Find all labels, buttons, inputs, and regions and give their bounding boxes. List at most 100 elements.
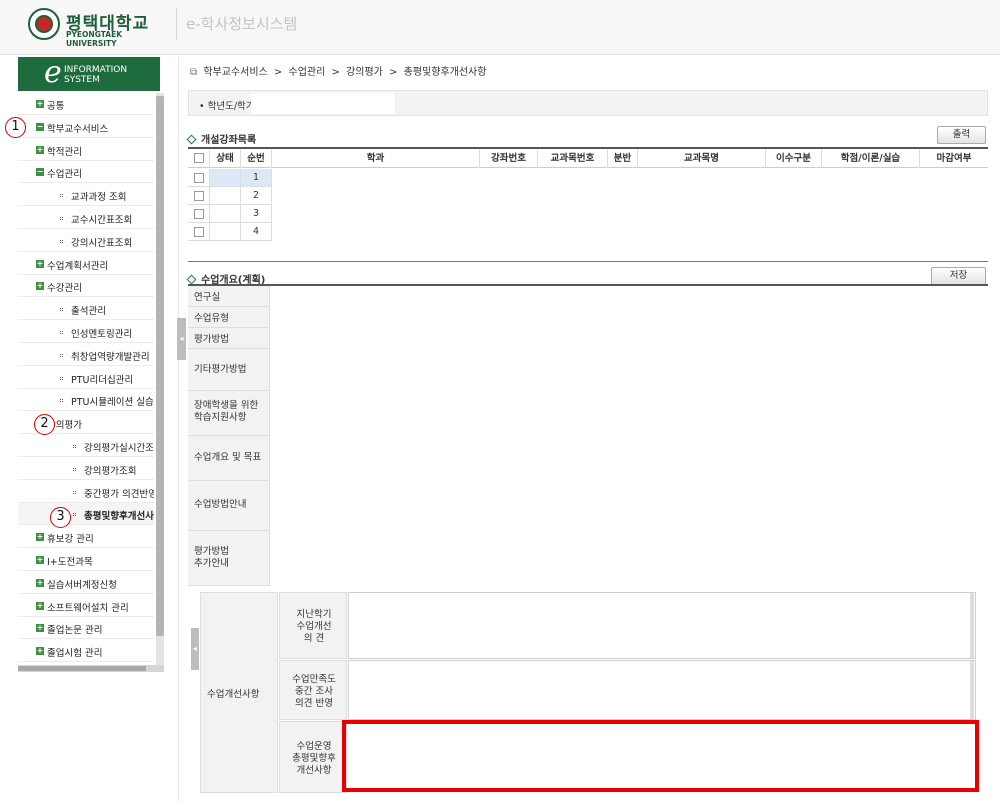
- sidebar-collapse-handle[interactable]: ◂: [177, 318, 186, 360]
- banner-line-1: INFORMATION: [64, 65, 128, 75]
- col-seq: 순번: [241, 149, 272, 168]
- select-all-checkbox[interactable]: [194, 153, 204, 163]
- select-all-cell[interactable]: [188, 149, 210, 168]
- sidebar-item-label: 수강관리: [47, 283, 82, 294]
- last-semester-opinion-textarea[interactable]: [348, 592, 976, 659]
- row-checkbox[interactable]: [194, 209, 204, 219]
- summary-content-area[interactable]: [271, 286, 988, 591]
- row-seq-cell[interactable]: 2: [241, 187, 272, 205]
- row-select-cell[interactable]: [188, 205, 210, 223]
- sidebar-item[interactable]: − 학부교수서비스: [18, 116, 154, 138]
- term-filter-label: • 학년도/학기: [199, 101, 255, 112]
- sidebar-item[interactable]: + 실습서버계정신청: [18, 572, 154, 594]
- sidebar-scrollbar-thumb[interactable]: [156, 96, 164, 636]
- breadcrumb-separator: >: [273, 67, 283, 78]
- breadcrumb-item[interactable]: 학부교수서비스: [203, 67, 267, 78]
- tree-leaf-icon: [60, 354, 63, 357]
- sidebar-item[interactable]: + 소프트웨어설치 관리: [18, 595, 154, 617]
- expand-plus-icon: +: [36, 145, 44, 154]
- col-subject-no: 교과목번호: [538, 149, 608, 168]
- sidebar-item-label: PTU시뮬레이션 실습: [71, 397, 154, 408]
- expand-plus-icon: +: [36, 646, 44, 655]
- sidebar-item[interactable]: 강의평가조회: [18, 458, 154, 480]
- sidebar-item[interactable]: 강의시간표조회: [18, 230, 154, 252]
- expand-plus-icon: +: [36, 259, 44, 268]
- header-bar: 평택대학교 PYEONGTAEK UNIVERSITY e-학사정보시스템: [0, 0, 1000, 55]
- sidebar-item[interactable]: PTU리더십관리: [18, 367, 154, 389]
- sidebar-item[interactable]: + 수업계획서관리: [18, 253, 154, 275]
- improvement-group-cell: 수업개선사항: [200, 592, 278, 793]
- save-button[interactable]: 저장: [931, 267, 986, 285]
- sidebar-item[interactable]: + 수강관리: [18, 275, 154, 297]
- breadcrumb-separator: >: [331, 67, 340, 78]
- row-checkbox[interactable]: [194, 173, 204, 183]
- sidebar-item[interactable]: 취창업역량개발관리: [18, 344, 154, 366]
- row-seq-cell[interactable]: 3: [241, 205, 272, 223]
- sidebar-item[interactable]: + 학적관리: [18, 139, 154, 161]
- sidebar-item[interactable]: 강의평가실시간조: [18, 435, 154, 457]
- course-table-header: 상태 순번 학과 강좌번호 교과목번호 분반 교과목명 이수구분 학점/이론/실…: [188, 149, 988, 168]
- row-seq-cell[interactable]: 1: [241, 169, 272, 187]
- sidebar-item[interactable]: + 휴보강 관리: [18, 526, 154, 548]
- sidebar-item[interactable]: 교수시간표조회: [18, 207, 154, 229]
- expand-plus-icon: +: [36, 281, 44, 290]
- sidebar-item[interactable]: + 졸업시험 관리: [18, 640, 154, 662]
- course-list-title: 개설강좌목록: [186, 131, 256, 146]
- row-select-cell[interactable]: [188, 187, 210, 205]
- tree-leaf-icon: [60, 217, 63, 220]
- survey-scrollbar[interactable]: [970, 661, 974, 719]
- row-checkbox[interactable]: [194, 191, 204, 201]
- sidebar-item[interactable]: PTU시뮬레이션 실습: [18, 389, 154, 411]
- section-diamond-icon: [186, 134, 197, 145]
- row-status-cell: [210, 169, 241, 187]
- expand-plus-icon: +: [36, 555, 44, 564]
- expand-plus-icon: +: [36, 578, 44, 587]
- row-select-cell[interactable]: [188, 169, 210, 187]
- banner-line-2: SYSTEM: [64, 75, 100, 85]
- breadcrumb-item[interactable]: 강의평가: [346, 67, 383, 78]
- breadcrumb-link-icon: ⧉: [190, 67, 198, 78]
- print-button[interactable]: 출력: [937, 126, 986, 144]
- sidebar-item[interactable]: 총평및향후개선사: [18, 503, 154, 525]
- highlight-box: [342, 720, 979, 792]
- sidebar-item[interactable]: 인성멘토링관리: [18, 321, 154, 343]
- tree-leaf-icon: [73, 513, 76, 516]
- label-other-eval: 기타평가방법: [188, 349, 270, 391]
- sidebar-item-label: 졸업시험 관리: [47, 648, 103, 659]
- row-status-cell: [210, 187, 241, 205]
- sidebar-item-label: 출석관리: [71, 306, 106, 317]
- sidebar-item[interactable]: 출석관리: [18, 298, 154, 320]
- improvement-collapse-handle[interactable]: ◂: [191, 628, 199, 670]
- tree-leaf-icon: [60, 194, 63, 197]
- sidebar-hscroll-thumb[interactable]: [18, 666, 146, 671]
- sidebar-item[interactable]: + I+도전과목: [18, 549, 154, 571]
- section-diamond-icon: [186, 274, 197, 285]
- row-seq-cell[interactable]: 4: [241, 223, 272, 241]
- label-eval-extra: 평가방법 추가안내: [188, 531, 270, 586]
- sidebar-item[interactable]: 교과과정 조회: [18, 184, 154, 206]
- sidebar-item-label: 강의평가조회: [84, 466, 137, 477]
- annotation-marker-3: 3: [50, 507, 71, 528]
- expand-plus-icon: +: [36, 99, 44, 108]
- search-filter-bar: • 학년도/학기: [188, 90, 988, 116]
- improvement-group-label: 수업개선사항: [207, 689, 260, 700]
- breadcrumb: ⧉ 학부교수서비스 > 수업관리 > 강의평가 > 총평및향후개선사항: [190, 63, 489, 78]
- term-select[interactable]: [251, 93, 395, 114]
- sidebar-item[interactable]: 중간평가 의견반영: [18, 481, 154, 503]
- sidebar-item[interactable]: − 수업관리: [18, 161, 154, 183]
- sidebar-item[interactable]: + 공통: [18, 93, 154, 115]
- sidebar-item-label: 교과과정 조회: [71, 192, 127, 203]
- sidebar-item-label: I+도전과목: [47, 557, 93, 568]
- breadcrumb-item[interactable]: 수업관리: [289, 67, 326, 78]
- label-disability-support: 장애학생을 위한 학습지원사항: [188, 391, 270, 436]
- midterm-survey-textarea[interactable]: [348, 660, 976, 720]
- row-select-cell[interactable]: [188, 223, 210, 241]
- label-midterm-survey: 수업만족도 중간 조사 의견 반영: [279, 660, 347, 720]
- row-checkbox[interactable]: [194, 227, 204, 237]
- col-credits: 학점/이론/실습: [822, 149, 920, 168]
- university-logo[interactable]: 평택대학교 PYEONGTAEK UNIVERSITY: [28, 8, 168, 48]
- sidebar-item[interactable]: + 졸업논문 관리: [18, 617, 154, 639]
- sidebar-item-label: 총평및향후개선사: [84, 511, 154, 522]
- opinion-scrollbar[interactable]: [970, 593, 974, 658]
- collapse-minus-icon: −: [36, 122, 44, 131]
